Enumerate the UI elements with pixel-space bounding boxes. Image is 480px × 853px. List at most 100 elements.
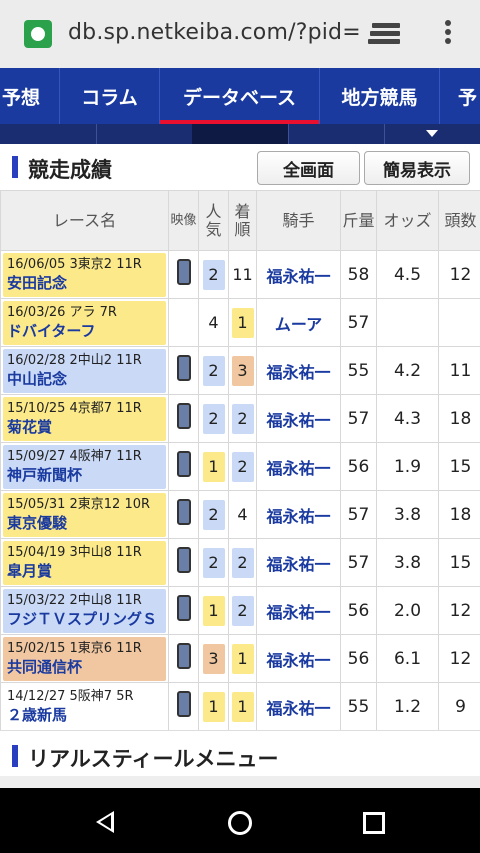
video-phone-icon[interactable] — [176, 691, 191, 717]
race-name-link[interactable]: 中山記念 — [7, 369, 162, 389]
tabs-switcher-icon[interactable] — [368, 23, 400, 45]
nav-item-database[interactable]: データベース — [160, 68, 320, 124]
jockey-link[interactable]: 福永祐一 — [266, 363, 330, 382]
race-date: 15/09/27 4阪神7 11R — [7, 448, 142, 464]
jockey-cell[interactable]: 福永祐一 — [256, 490, 341, 539]
weight-cell: 57 — [340, 394, 377, 443]
race-cell-bg: 15/05/31 2東京12 10R 東京優駿 — [3, 492, 166, 537]
video-phone-icon[interactable] — [176, 403, 191, 429]
video-cell — [168, 298, 199, 347]
video-cell[interactable] — [168, 682, 199, 731]
jockey-link[interactable]: 福永祐一 — [266, 267, 330, 286]
video-phone-icon[interactable] — [176, 499, 191, 525]
jockey-cell[interactable]: 福永祐一 — [256, 634, 341, 683]
jockey-cell[interactable]: 福永祐一 — [256, 346, 341, 395]
race-cell[interactable]: 14/12/27 5阪神7 5R ２歳新馬 — [0, 682, 169, 731]
race-cell[interactable]: 15/04/19 3中山8 11R 皐月賞 — [0, 538, 169, 587]
race-cell[interactable]: 15/03/22 2中山8 11R フジＴＶスプリングＳ — [0, 586, 169, 635]
video-cell[interactable] — [168, 394, 199, 443]
race-name-link[interactable]: フジＴＶスプリングＳ — [7, 609, 162, 629]
weight-cell: 55 — [340, 682, 377, 731]
jockey-link[interactable]: 福永祐一 — [266, 651, 330, 670]
popularity-value: 1 — [202, 691, 225, 722]
jockey-link[interactable]: 福永祐一 — [266, 603, 330, 622]
jockey-link[interactable]: 福永祐一 — [266, 699, 330, 718]
race-cell[interactable]: 15/10/25 4京都7 11R 菊花賞 — [0, 394, 169, 443]
finish-value: 2 — [231, 595, 254, 626]
video-cell[interactable] — [168, 346, 199, 395]
jockey-link[interactable]: 福永祐一 — [266, 411, 330, 430]
video-phone-icon[interactable] — [176, 643, 191, 669]
race-name-link[interactable]: ２歳新馬 — [7, 705, 162, 725]
video-phone-icon[interactable] — [176, 451, 191, 477]
race-cell[interactable]: 16/02/28 2中山2 11R 中山記念 — [0, 346, 169, 395]
race-name-link[interactable]: 菊花賞 — [7, 417, 162, 437]
chevron-down-icon[interactable] — [426, 130, 438, 137]
header-heads: 頭数 — [438, 190, 480, 251]
race-name-link[interactable]: 東京優駿 — [7, 513, 162, 533]
back-icon[interactable] — [96, 811, 114, 833]
jockey-cell[interactable]: 福永祐一 — [256, 442, 341, 491]
jockey-cell[interactable]: 福永祐一 — [256, 586, 341, 635]
jockey-link[interactable]: 福永祐一 — [266, 459, 330, 478]
race-cell-bg: 15/03/22 2中山8 11R フジＴＶスプリングＳ — [3, 588, 166, 633]
race-cell-bg: 15/04/19 3中山8 11R 皐月賞 — [3, 540, 166, 585]
jockey-cell[interactable]: 福永祐一 — [256, 682, 341, 731]
weight-cell: 55 — [340, 346, 377, 395]
jockey-link[interactable]: 福永祐一 — [266, 555, 330, 574]
nav-item-local-racing[interactable]: 地方競馬 — [320, 68, 440, 124]
odds-cell: 1.2 — [376, 682, 439, 731]
race-name-link[interactable]: 安田記念 — [7, 273, 162, 293]
video-cell[interactable] — [168, 538, 199, 587]
race-cell[interactable]: 15/02/15 1東京6 11R 共同通信杯 — [0, 634, 169, 683]
home-icon[interactable] — [228, 811, 252, 835]
race-results-header: 競走成績 全画面 簡易表示 — [0, 144, 480, 190]
simple-view-button[interactable]: 簡易表示 — [364, 151, 470, 185]
video-cell[interactable] — [168, 634, 199, 683]
race-cell[interactable]: 16/03/26 アラ 7R ドバイターフ — [0, 298, 169, 347]
race-cell-bg: 15/09/27 4阪神7 11R 神戸新聞杯 — [3, 444, 166, 489]
video-phone-icon[interactable] — [176, 595, 191, 621]
url-bar[interactable]: db.sp.netkeiba.com/?pid= — [68, 20, 361, 45]
finish-cell: 11 — [228, 250, 257, 299]
heads-cell: 12 — [438, 250, 480, 299]
video-cell[interactable] — [168, 490, 199, 539]
video-cell[interactable] — [168, 586, 199, 635]
finish-cell: 2 — [228, 586, 257, 635]
subnav-selected[interactable] — [192, 124, 288, 144]
race-name-link[interactable]: 神戸新聞杯 — [7, 465, 162, 485]
race-cell[interactable]: 15/09/27 4阪神7 11R 神戸新聞杯 — [0, 442, 169, 491]
race-cell[interactable]: 15/05/31 2東京12 10R 東京優駿 — [0, 490, 169, 539]
header-popularity: 人気 — [198, 190, 229, 251]
jockey-link[interactable]: ムーア — [275, 315, 322, 334]
jockey-cell[interactable]: 福永祐一 — [256, 394, 341, 443]
race-name-link[interactable]: 共同通信杯 — [7, 657, 162, 677]
video-cell[interactable] — [168, 442, 199, 491]
race-name-link[interactable]: 皐月賞 — [7, 561, 162, 581]
jockey-link[interactable]: 福永祐一 — [266, 507, 330, 526]
results-table: レース名 映像 人気 着順 騎手 斤量 オッズ 頭数 16/06/05 3東京2… — [0, 190, 480, 731]
video-phone-icon[interactable] — [176, 259, 191, 285]
race-date: 15/03/22 2中山8 11R — [7, 592, 142, 608]
video-phone-icon[interactable] — [176, 547, 191, 573]
browser-toolbar: db.sp.netkeiba.com/?pid= — [0, 0, 480, 68]
video-phone-icon[interactable] — [176, 355, 191, 381]
race-cell[interactable]: 16/06/05 3東京2 11R 安田記念 — [0, 250, 169, 299]
jockey-cell[interactable]: ムーア — [256, 298, 341, 347]
popularity-cell: 2 — [198, 346, 229, 395]
nav-item-column[interactable]: コラム — [60, 68, 160, 124]
recents-icon[interactable] — [363, 812, 385, 834]
race-name-link[interactable]: ドバイターフ — [7, 321, 162, 341]
table-row: 15/04/19 3中山8 11R 皐月賞 2 2 福永祐一 57 3.8 15 — [0, 538, 480, 587]
weight-cell: 57 — [340, 538, 377, 587]
nav-item-yosou-2[interactable]: 予 — [440, 68, 480, 124]
fullscreen-button[interactable]: 全画面 — [257, 151, 360, 185]
odds-cell: 3.8 — [376, 490, 439, 539]
nav-item-yosou[interactable]: 予想 — [0, 68, 60, 124]
video-cell[interactable] — [168, 250, 199, 299]
jockey-cell[interactable]: 福永祐一 — [256, 250, 341, 299]
jockey-cell[interactable]: 福永祐一 — [256, 538, 341, 587]
finish-value: 1 — [231, 307, 254, 338]
race-date: 15/02/15 1東京6 11R — [7, 640, 142, 656]
overflow-menu-icon[interactable] — [440, 20, 456, 48]
